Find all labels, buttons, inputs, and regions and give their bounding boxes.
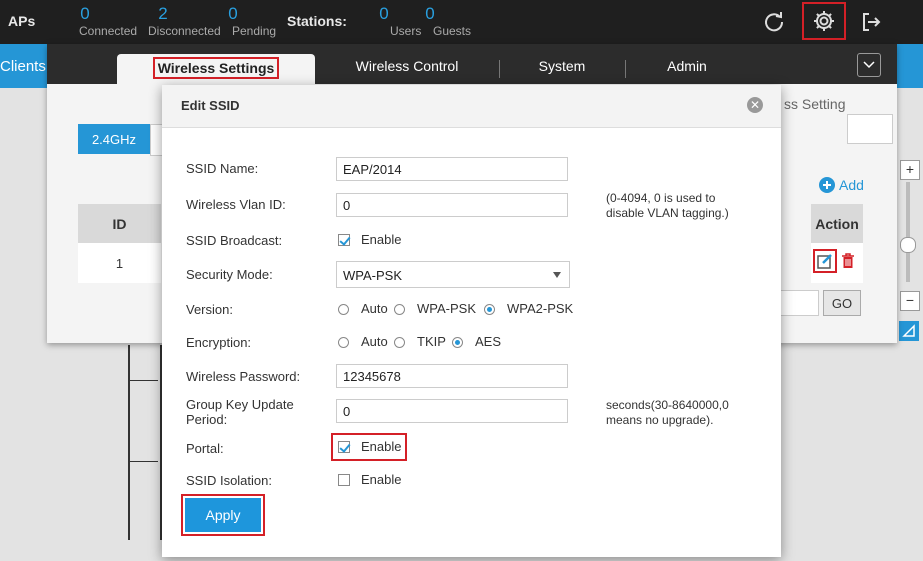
encryption-option-aes: AES: [475, 334, 502, 349]
group-key-hint-line1: seconds(30-8640000,0: [606, 398, 729, 412]
portal-checkbox[interactable]: [338, 441, 350, 453]
gear-icon: [814, 11, 834, 31]
aps-disconnected-stat[interactable]: 2 Disconnected: [124, 4, 221, 38]
dropdown-arrow-icon: [553, 272, 561, 278]
topology-branch: [128, 380, 158, 462]
wireless-password-input[interactable]: [336, 364, 568, 388]
table-row-id: 1: [78, 243, 161, 283]
aps-connected-stat[interactable]: 0 Connected: [55, 4, 137, 38]
band-2-4ghz-button[interactable]: 2.4GHz: [78, 124, 150, 154]
version-label: Version:: [186, 302, 233, 317]
ssid-name-label: SSID Name:: [186, 161, 259, 176]
zoom-slider-handle[interactable]: [900, 237, 916, 253]
version-radio-wpa-psk[interactable]: [394, 304, 405, 315]
zoom-in-button[interactable]: +: [900, 160, 920, 180]
encryption-option-auto: Auto: [361, 334, 388, 349]
collapse-button[interactable]: [857, 53, 881, 77]
version-option-wpa2-psk: WPA2-PSK: [507, 301, 574, 316]
ssid-broadcast-checkbox[interactable]: [338, 234, 350, 246]
dialog-header: Edit SSID ✕: [162, 85, 781, 128]
tab-system[interactable]: System: [517, 58, 607, 74]
zoom-slider-track[interactable]: [906, 182, 910, 282]
refresh-button[interactable]: [758, 6, 790, 38]
add-ssid-button[interactable]: Add: [819, 177, 864, 193]
section-control[interactable]: [847, 114, 893, 144]
delete-button[interactable]: [841, 253, 855, 272]
portal-label: Portal:: [186, 441, 224, 456]
vlan-hint-line1: (0-4094, 0 is used to: [606, 191, 716, 205]
resize-icon: [902, 324, 915, 337]
encryption-radio-aes[interactable]: [452, 337, 463, 348]
group-key-label-line1: Group Key Update: [186, 397, 294, 412]
tab-separator: [499, 60, 500, 78]
tab-wireless-control[interactable]: Wireless Control: [337, 58, 477, 74]
ssid-name-input[interactable]: [336, 157, 568, 181]
ssid-isolation-checkbox[interactable]: [338, 474, 350, 486]
wireless-password-label: Wireless Password:: [186, 369, 301, 384]
stations-guests-stat[interactable]: 0 Guests: [409, 4, 471, 38]
table-header-id: ID: [78, 204, 161, 243]
table-header-action: Action: [811, 204, 863, 243]
ssid-broadcast-label: SSID Broadcast:: [186, 233, 283, 248]
aps-pending-stat[interactable]: 0 Pending: [208, 4, 276, 38]
tab-separator: [625, 60, 626, 78]
version-option-wpa-psk: WPA-PSK: [417, 301, 476, 316]
group-key-period-input[interactable]: [336, 399, 568, 423]
version-radio-auto[interactable]: [338, 304, 349, 315]
edit-button[interactable]: [813, 249, 837, 273]
zoom-out-button[interactable]: −: [900, 291, 920, 311]
plus-circle-icon: [819, 177, 835, 193]
trash-icon: [842, 253, 854, 268]
apply-button-highlight: Apply: [181, 494, 265, 536]
edit-icon: [817, 254, 832, 269]
tab-wireless-settings[interactable]: Wireless Settings: [117, 54, 315, 84]
ssid-broadcast-option: Enable: [361, 232, 402, 247]
edit-ssid-dialog: Edit SSID ✕ SSID Name: Wireless Vlan ID:…: [162, 85, 781, 557]
vlan-hint-line2: disable VLAN tagging.): [606, 206, 729, 220]
apply-button[interactable]: Apply: [185, 498, 261, 532]
vlan-id-input[interactable]: [336, 193, 568, 217]
close-icon[interactable]: ✕: [747, 97, 763, 113]
encryption-radio-tkip[interactable]: [394, 337, 405, 348]
ssid-isolation-option: Enable: [361, 472, 402, 487]
tab-admin[interactable]: Admin: [642, 58, 732, 74]
group-key-label-line2: Period:: [186, 412, 228, 427]
resize-handle[interactable]: [899, 321, 919, 341]
version-radio-wpa2-psk[interactable]: [484, 304, 495, 315]
group-key-hint-line2: means no upgrade).: [606, 413, 714, 427]
clients-tab-label[interactable]: Clients: [0, 58, 46, 75]
top-bar: APs 0 Connected 2 Disconnected 0 Pending…: [0, 0, 923, 44]
chevron-down-icon: [863, 61, 875, 69]
stations-title: Stations:: [287, 13, 347, 29]
section-heading-partial: ss Setting: [784, 96, 846, 112]
page-number-input[interactable]: [777, 290, 819, 316]
security-mode-label: Security Mode:: [186, 267, 273, 282]
go-button[interactable]: GO: [823, 290, 861, 316]
refresh-icon: [765, 12, 784, 32]
ssid-isolation-label: SSID Isolation:: [186, 473, 272, 488]
settings-button[interactable]: [802, 2, 846, 40]
vlan-id-label: Wireless Vlan ID:: [186, 197, 286, 212]
encryption-option-tkip: TKIP: [417, 334, 446, 349]
stations-users-stat[interactable]: 0 Users: [366, 4, 421, 38]
logout-button[interactable]: [855, 6, 887, 38]
table-row-actions: [811, 243, 863, 283]
logout-icon: [863, 13, 881, 31]
settings-tab-strip: Wireless Settings Wireless Control Syste…: [47, 44, 897, 84]
encryption-radio-auto[interactable]: [338, 337, 349, 348]
aps-title: APs: [8, 13, 36, 29]
dialog-title: Edit SSID: [181, 98, 240, 113]
encryption-label: Encryption:: [186, 335, 252, 350]
portal-option: Enable: [361, 439, 402, 454]
version-option-auto: Auto: [361, 301, 388, 316]
security-mode-select[interactable]: WPA-PSK: [336, 261, 570, 288]
